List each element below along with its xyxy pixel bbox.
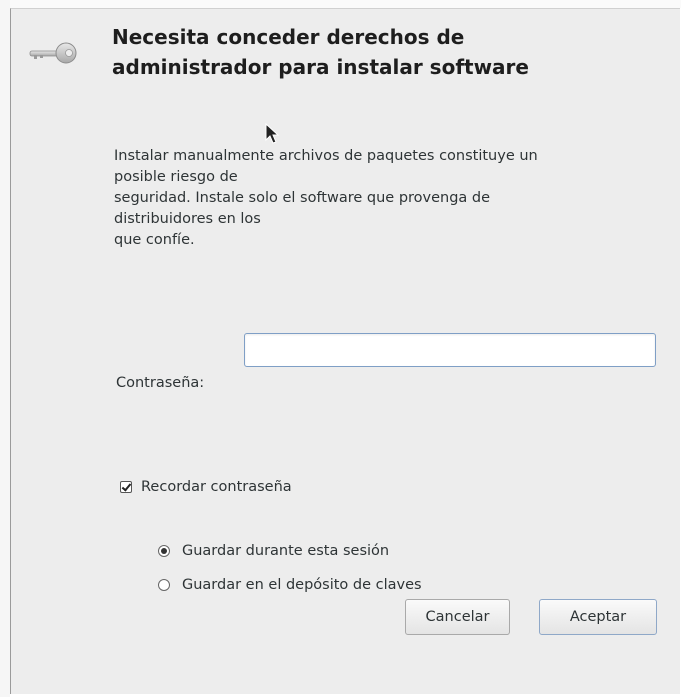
radio-save-session[interactable]: Guardar durante esta sesión bbox=[158, 543, 389, 559]
mouse-cursor-icon bbox=[265, 123, 280, 144]
key-icon bbox=[29, 42, 77, 64]
window-top-edge bbox=[0, 0, 681, 8]
dialog-message: Instalar manualmente archivos de paquete… bbox=[114, 148, 538, 248]
radio-save-keyring-label: Guardar en el depósito de claves bbox=[182, 577, 422, 593]
remember-password-checkbox-row[interactable]: Recordar contraseña bbox=[120, 479, 292, 495]
remember-password-checkbox[interactable] bbox=[120, 481, 132, 493]
radio-save-keyring[interactable]: Guardar en el depósito de claves bbox=[158, 577, 422, 593]
radio-save-session-label: Guardar durante esta sesión bbox=[182, 543, 390, 559]
dialog-heading: Necesita conceder derechos de administra… bbox=[112, 25, 529, 79]
password-input[interactable] bbox=[244, 333, 656, 367]
cancel-button[interactable]: Cancelar bbox=[405, 599, 510, 635]
radio-save-keyring-button[interactable] bbox=[158, 579, 170, 591]
radio-save-session-button[interactable] bbox=[158, 545, 170, 557]
accept-button[interactable]: Aceptar bbox=[539, 599, 657, 635]
window-left-edge bbox=[0, 0, 10, 697]
remember-password-label: Recordar contraseña bbox=[141, 479, 292, 495]
password-label: Contraseña: bbox=[116, 375, 205, 391]
